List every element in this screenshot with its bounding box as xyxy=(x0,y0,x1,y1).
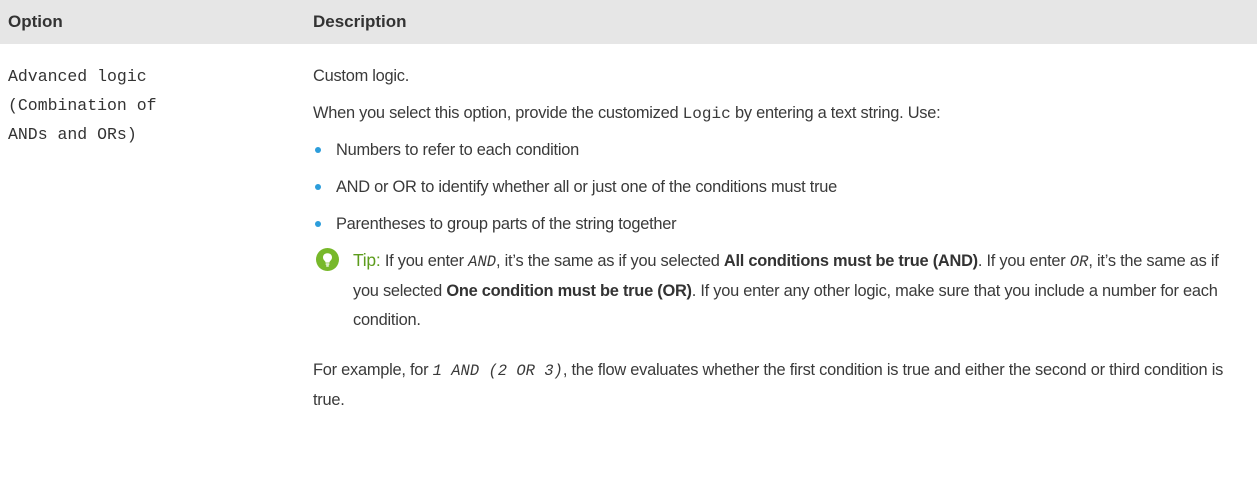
header-description: Description xyxy=(313,12,407,31)
usage-list: Numbers to refer to each condition AND o… xyxy=(313,138,837,249)
list-item-text: Parentheses to group parts of the string… xyxy=(336,215,677,233)
tip-text: Tip: If you enter AND, it’s the same as … xyxy=(353,246,1248,335)
options-table: Option Description Advanced logic (Combi… xyxy=(0,0,1257,492)
list-item: AND or OR to identify whether all or jus… xyxy=(313,175,837,212)
example-code: 1 AND (2 OR 3) xyxy=(432,362,563,380)
instruction-text: When you select this option, provide the… xyxy=(313,101,941,126)
custom-logic-text: Custom logic. xyxy=(313,67,410,85)
list-item-text: Numbers to refer to each condition xyxy=(336,141,579,159)
tip-label: Tip: xyxy=(353,250,381,270)
option-line: ANDs and ORs) xyxy=(8,125,137,144)
example-text: For example, for 1 AND (2 OR 3), the flo… xyxy=(313,356,1253,415)
and-code: AND xyxy=(468,253,497,271)
lightbulb-icon xyxy=(316,248,339,271)
example-text-part: For example, for xyxy=(313,361,433,379)
one-condition-option: One condition must be true (OR) xyxy=(446,282,692,300)
or-code: OR xyxy=(1069,253,1089,271)
bullet-dot-icon xyxy=(315,184,321,190)
bullet-dot-icon xyxy=(315,147,321,153)
tip-text-part: If you enter xyxy=(380,252,469,270)
bullet-dot-icon xyxy=(315,221,321,227)
instruction-text-part: by entering a text string. Use: xyxy=(730,104,941,122)
tip-text-part: , it’s the same as if you selected xyxy=(496,252,724,270)
instruction-text-part: When you select this option, provide the… xyxy=(313,104,683,122)
table-header-row: Option Description xyxy=(0,0,1257,44)
header-option: Option xyxy=(8,12,63,31)
list-item: Parentheses to group parts of the string… xyxy=(313,212,837,249)
tip-text-part: . If you enter xyxy=(977,252,1070,270)
option-line: (Combination of xyxy=(8,96,157,115)
all-conditions-option: All conditions must be true (AND) xyxy=(723,252,978,270)
list-item-text: AND or OR to identify whether all or jus… xyxy=(336,178,838,196)
option-line: Advanced logic xyxy=(8,67,147,86)
list-item: Numbers to refer to each condition xyxy=(313,138,837,175)
table-row: Advanced logic (Combination of ANDs and … xyxy=(0,44,1257,492)
logic-code: Logic xyxy=(682,105,731,123)
option-cell: Advanced logic (Combination of ANDs and … xyxy=(8,62,298,149)
